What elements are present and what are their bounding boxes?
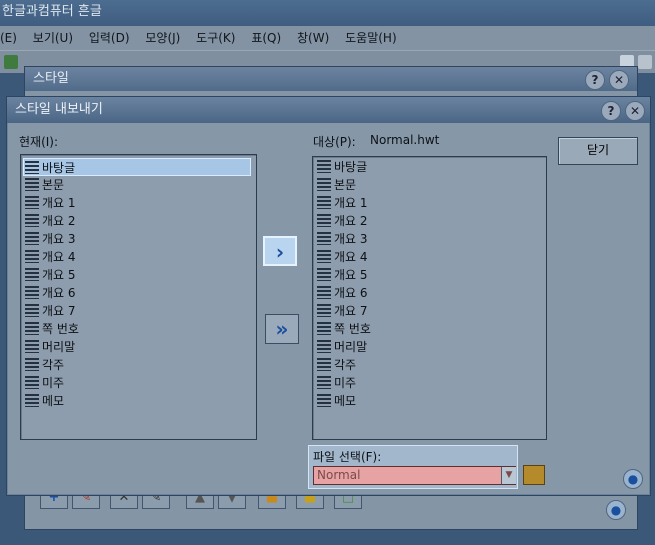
list-item[interactable]: 개요 5: [317, 266, 368, 284]
style-icon: [25, 178, 39, 191]
help-icon[interactable]: ?: [601, 101, 621, 121]
list-item[interactable]: 메모: [317, 392, 356, 410]
style-icon: [25, 250, 39, 263]
export-style-dialog: 스타일 내보내기 ? ✕ 현재(I): 대상(P): Normal.hwt 바탕…: [6, 96, 651, 496]
style-dialog-info-icon[interactable]: ●: [606, 500, 626, 520]
style-icon: [25, 394, 39, 407]
style-icon: [317, 340, 331, 353]
current-label: 현재(I):: [19, 135, 59, 149]
style-icon: [317, 160, 331, 173]
list-item[interactable]: 개요 4: [317, 248, 368, 266]
style-icon: [317, 394, 331, 407]
list-item[interactable]: 개요 3: [25, 230, 76, 248]
list-item[interactable]: 본문: [317, 176, 356, 194]
style-icon: [25, 340, 39, 353]
target-label: 대상(P):: [313, 135, 356, 149]
style-icon: [317, 358, 331, 371]
export-dialog-title: 스타일 내보내기: [15, 102, 103, 117]
style-icon: [25, 322, 39, 335]
style-icon: [317, 268, 331, 281]
menu-window[interactable]: 창(W): [297, 31, 329, 45]
menu-bar: (E) 보기(U) 입력(D) 모양(J) 도구(K) 표(Q) 창(W) 도움…: [0, 26, 655, 50]
list-item[interactable]: 개요 4: [25, 248, 76, 266]
style-icon: [25, 286, 39, 299]
info-icon[interactable]: ●: [623, 469, 643, 489]
list-item[interactable]: 각주: [25, 356, 64, 374]
app-title-bar: 한글과컴퓨터 흔글: [0, 0, 655, 26]
file-select-value: Normal: [317, 468, 361, 482]
style-help-icon[interactable]: ?: [585, 70, 605, 90]
list-item[interactable]: 개요 1: [25, 194, 76, 212]
list-item[interactable]: 개요 2: [25, 212, 76, 230]
list-item[interactable]: 개요 5: [25, 266, 76, 284]
list-item[interactable]: 바탕글: [23, 158, 251, 176]
style-dialog-title-bar: 스타일: [25, 67, 637, 91]
style-icon: [25, 304, 39, 317]
list-item[interactable]: 개요 3: [317, 230, 368, 248]
copy-all-button[interactable]: »: [265, 314, 299, 344]
list-item[interactable]: 개요 7: [317, 302, 368, 320]
menu-edit[interactable]: (E): [0, 31, 17, 45]
export-dialog-title-bar: 스타일 내보내기: [7, 97, 650, 123]
list-item[interactable]: 메모: [25, 392, 64, 410]
file-select-dropdown[interactable]: Normal ▼: [313, 466, 516, 485]
target-style-list[interactable]: 바탕글 본문 개요 1 개요 2 개요 3 개요 4 개요 5 개요 6 개요 …: [312, 156, 547, 440]
menu-view[interactable]: 보기(U): [33, 31, 73, 45]
file-select-area: 파일 선택(F): Normal ▼: [308, 445, 518, 489]
current-style-list[interactable]: 바탕글 본문 개요 1 개요 2 개요 3 개요 4 개요 5 개요 6 개요 …: [20, 154, 257, 440]
list-item[interactable]: 본문: [25, 176, 64, 194]
list-item[interactable]: 개요 6: [317, 284, 368, 302]
list-item[interactable]: 미주: [317, 374, 356, 392]
save-icon[interactable]: [4, 55, 18, 69]
list-item[interactable]: 쪽 번호: [25, 320, 79, 338]
list-item[interactable]: 개요 7: [25, 302, 76, 320]
file-select-label: 파일 선택(F):: [313, 450, 382, 464]
list-item[interactable]: 각주: [317, 356, 356, 374]
style-icon: [25, 214, 39, 227]
style-icon: [317, 304, 331, 317]
list-item[interactable]: 머리말: [25, 338, 75, 356]
menu-table[interactable]: 표(Q): [251, 31, 281, 45]
list-item[interactable]: 개요 1: [317, 194, 368, 212]
style-icon: [25, 232, 39, 245]
folder-icon[interactable]: [523, 465, 545, 485]
style-icon: [25, 358, 39, 371]
menu-tools[interactable]: 도구(K): [196, 31, 235, 45]
style-icon: [25, 376, 39, 389]
list-item[interactable]: 미주: [25, 374, 64, 392]
close-button[interactable]: 닫기: [558, 137, 638, 165]
menu-insert[interactable]: 입력(D): [89, 31, 130, 45]
style-icon: [317, 286, 331, 299]
list-item[interactable]: 개요 2: [317, 212, 368, 230]
style-icon: [317, 250, 331, 263]
style-icon: [317, 214, 331, 227]
style-icon: [317, 178, 331, 191]
menu-help[interactable]: 도움말(H): [345, 31, 397, 45]
copy-selected-button[interactable]: ›: [263, 236, 297, 266]
print-icon[interactable]: [638, 55, 652, 69]
menu-format[interactable]: 모양(J): [145, 31, 180, 45]
style-icon: [317, 196, 331, 209]
style-icon: [25, 268, 39, 281]
list-item[interactable]: 개요 6: [25, 284, 76, 302]
style-icon: [25, 196, 39, 209]
style-icon: [317, 322, 331, 335]
style-icon: [25, 161, 39, 174]
list-item[interactable]: 쪽 번호: [317, 320, 371, 338]
style-icon: [317, 232, 331, 245]
target-file-name: Normal.hwt: [370, 133, 440, 147]
chevron-down-icon[interactable]: ▼: [501, 467, 516, 484]
style-close-icon[interactable]: ✕: [609, 70, 629, 90]
list-item[interactable]: 바탕글: [317, 158, 367, 176]
style-dialog-title: 스타일: [33, 71, 69, 86]
app-title: 한글과컴퓨터 흔글: [2, 4, 102, 19]
list-item[interactable]: 머리말: [317, 338, 367, 356]
style-icon: [317, 376, 331, 389]
close-icon[interactable]: ✕: [625, 101, 645, 121]
